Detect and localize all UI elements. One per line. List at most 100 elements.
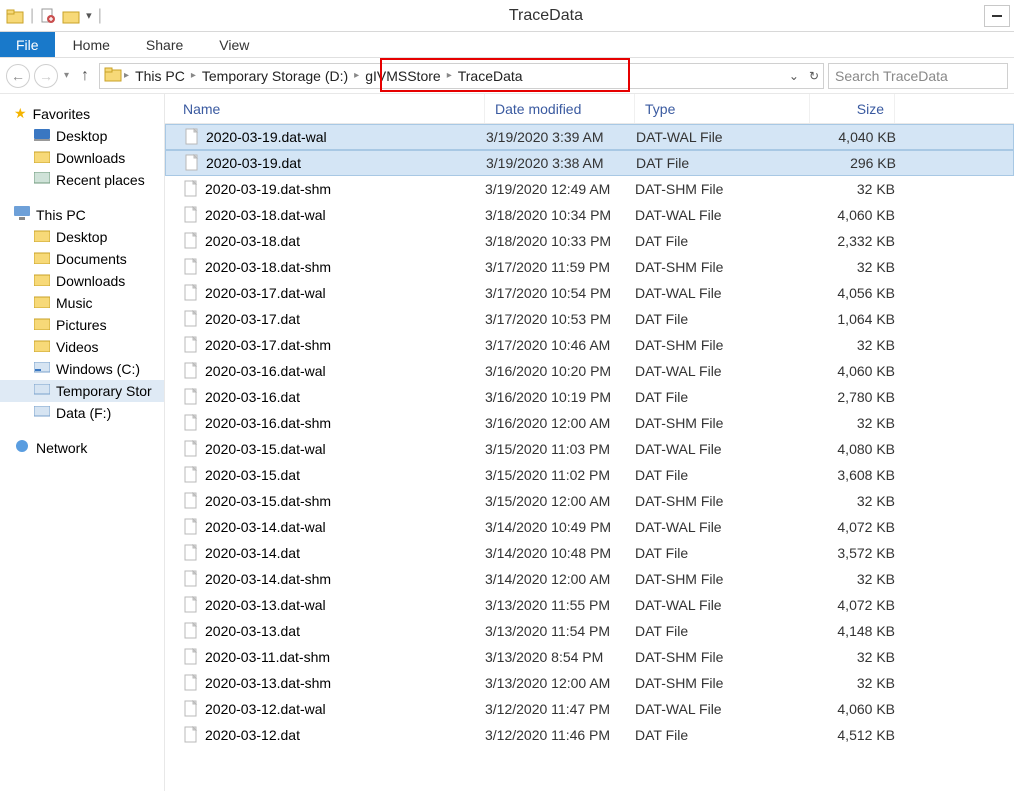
- table-row[interactable]: 2020-03-17.dat-wal3/17/2020 10:54 PMDAT-…: [165, 280, 1014, 306]
- table-row[interactable]: 2020-03-13.dat-shm3/13/2020 12:00 AMDAT-…: [165, 670, 1014, 696]
- column-name[interactable]: Name: [165, 94, 485, 123]
- sidebar-favorites[interactable]: ★ Favorites: [0, 102, 164, 125]
- sidebar-item-desktop[interactable]: Desktop: [0, 226, 164, 248]
- sidebar-item-documents[interactable]: Documents: [0, 248, 164, 270]
- folder-icon: [104, 66, 122, 85]
- file-date: 3/13/2020 12:00 AM: [485, 675, 635, 691]
- file-name: 2020-03-14.dat: [205, 545, 300, 561]
- column-type[interactable]: Type: [635, 94, 810, 123]
- back-button[interactable]: ←: [6, 64, 30, 88]
- sidebar-item-pictures[interactable]: Pictures: [0, 314, 164, 336]
- table-row[interactable]: 2020-03-12.dat3/12/2020 11:46 PMDAT File…: [165, 722, 1014, 748]
- breadcrumb-folder1[interactable]: gIVMSStore: [361, 66, 444, 86]
- sidebar-item-label: Videos: [56, 339, 99, 355]
- table-row[interactable]: 2020-03-11.dat-shm3/13/2020 8:54 PMDAT-S…: [165, 644, 1014, 670]
- table-row[interactable]: 2020-03-17.dat3/17/2020 10:53 PMDAT File…: [165, 306, 1014, 332]
- address-bar[interactable]: ▸ This PC ▸ Temporary Storage (D:) ▸ gIV…: [99, 63, 824, 89]
- file-icon: [184, 128, 200, 146]
- sidebar-item-desktop[interactable]: Desktop: [0, 125, 164, 147]
- file-name: 2020-03-19.dat-shm: [205, 181, 331, 197]
- search-placeholder: Search TraceData: [835, 68, 948, 84]
- table-row[interactable]: 2020-03-14.dat-shm3/14/2020 12:00 AMDAT-…: [165, 566, 1014, 592]
- table-row[interactable]: 2020-03-14.dat-wal3/14/2020 10:49 PMDAT-…: [165, 514, 1014, 540]
- minimize-button[interactable]: [984, 5, 1010, 27]
- table-row[interactable]: 2020-03-15.dat-shm3/15/2020 12:00 AMDAT-…: [165, 488, 1014, 514]
- table-row[interactable]: 2020-03-16.dat3/16/2020 10:19 PMDAT File…: [165, 384, 1014, 410]
- tab-view[interactable]: View: [201, 32, 267, 57]
- navigation-pane[interactable]: ★ Favorites Desktop Downloads Recent pla…: [0, 94, 165, 791]
- sidebar-item-recent[interactable]: Recent places: [0, 169, 164, 191]
- open-folder-icon[interactable]: [62, 8, 80, 24]
- sidebar-item-label: Documents: [56, 251, 127, 267]
- search-input[interactable]: Search TraceData: [828, 63, 1008, 89]
- sidebar-thispc[interactable]: This PC: [0, 203, 164, 226]
- table-row[interactable]: 2020-03-15.dat-wal3/15/2020 11:03 PMDAT-…: [165, 436, 1014, 462]
- file-type: DAT-SHM File: [635, 571, 810, 587]
- drive-icon: [34, 273, 50, 289]
- address-dropdown-icon[interactable]: ⌄: [789, 69, 799, 83]
- table-row[interactable]: 2020-03-19.dat3/19/2020 3:38 AMDAT File2…: [165, 150, 1014, 176]
- sidebar-item-music[interactable]: Music: [0, 292, 164, 314]
- file-name: 2020-03-13.dat-wal: [205, 597, 326, 613]
- tab-home[interactable]: Home: [55, 32, 128, 57]
- file-date: 3/16/2020 12:00 AM: [485, 415, 635, 431]
- table-row[interactable]: 2020-03-19.dat-shm3/19/2020 12:49 AMDAT-…: [165, 176, 1014, 202]
- table-row[interactable]: 2020-03-12.dat-wal3/12/2020 11:47 PMDAT-…: [165, 696, 1014, 722]
- table-row[interactable]: 2020-03-14.dat3/14/2020 10:48 PMDAT File…: [165, 540, 1014, 566]
- table-row[interactable]: 2020-03-19.dat-wal3/19/2020 3:39 AMDAT-W…: [165, 124, 1014, 150]
- column-size[interactable]: Size: [810, 94, 895, 123]
- sidebar-item-label: Temporary Stor: [56, 383, 152, 399]
- network-icon: [14, 439, 30, 456]
- refresh-icon[interactable]: ↻: [809, 69, 819, 83]
- file-size: 32 KB: [810, 181, 895, 197]
- drive-icon: [34, 339, 50, 355]
- sidebar-item-downloads[interactable]: Downloads: [0, 270, 164, 292]
- chevron-right-icon[interactable]: ▸: [124, 70, 129, 81]
- breadcrumb-drive[interactable]: Temporary Storage (D:): [198, 66, 352, 86]
- chevron-right-icon[interactable]: ▸: [447, 70, 452, 81]
- file-size: 4,072 KB: [810, 519, 895, 535]
- file-icon: [183, 362, 199, 380]
- sidebar-item-temporary-stor[interactable]: Temporary Stor: [0, 380, 164, 402]
- sidebar-item-label: Favorites: [33, 106, 91, 122]
- file-menu-button[interactable]: File: [0, 32, 55, 57]
- forward-button[interactable]: →: [34, 64, 58, 88]
- drive-icon: [34, 317, 50, 333]
- table-row[interactable]: 2020-03-17.dat-shm3/17/2020 10:46 AMDAT-…: [165, 332, 1014, 358]
- tab-share[interactable]: Share: [128, 32, 201, 57]
- table-row[interactable]: 2020-03-16.dat-wal3/16/2020 10:20 PMDAT-…: [165, 358, 1014, 384]
- chevron-right-icon[interactable]: ▸: [191, 70, 196, 81]
- up-button[interactable]: ↑: [75, 66, 95, 86]
- file-date: 3/13/2020 11:55 PM: [485, 597, 635, 613]
- sidebar-item-videos[interactable]: Videos: [0, 336, 164, 358]
- table-row[interactable]: 2020-03-18.dat3/18/2020 10:33 PMDAT File…: [165, 228, 1014, 254]
- sidebar-item-windows-c-[interactable]: Windows (C:): [0, 358, 164, 380]
- table-row[interactable]: 2020-03-15.dat3/15/2020 11:02 PMDAT File…: [165, 462, 1014, 488]
- table-row[interactable]: 2020-03-18.dat-wal3/18/2020 10:34 PMDAT-…: [165, 202, 1014, 228]
- file-date: 3/12/2020 11:46 PM: [485, 727, 635, 743]
- sidebar-item-downloads[interactable]: Downloads: [0, 147, 164, 169]
- column-headers[interactable]: Name Date modified Type Size: [165, 94, 1014, 124]
- chevron-right-icon[interactable]: ▸: [354, 70, 359, 81]
- breadcrumb-folder2[interactable]: TraceData: [454, 66, 527, 86]
- table-row[interactable]: 2020-03-13.dat3/13/2020 11:54 PMDAT File…: [165, 618, 1014, 644]
- window-title: TraceData: [108, 7, 984, 25]
- file-size: 2,332 KB: [810, 233, 895, 249]
- file-name: 2020-03-11.dat-shm: [205, 649, 330, 665]
- file-list[interactable]: 2020-03-19.dat-wal3/19/2020 3:39 AMDAT-W…: [165, 124, 1014, 791]
- column-date[interactable]: Date modified: [485, 94, 635, 123]
- file-name: 2020-03-18.dat-wal: [205, 207, 326, 223]
- folder-icon: [34, 150, 50, 166]
- breadcrumb-thispc[interactable]: This PC: [131, 66, 189, 86]
- new-file-icon[interactable]: [40, 8, 56, 24]
- file-size: 1,064 KB: [810, 311, 895, 327]
- table-row[interactable]: 2020-03-18.dat-shm3/17/2020 11:59 PMDAT-…: [165, 254, 1014, 280]
- file-icon: [183, 518, 199, 536]
- sidebar-network[interactable]: Network: [0, 436, 164, 459]
- file-date: 3/13/2020 11:54 PM: [485, 623, 635, 639]
- table-row[interactable]: 2020-03-13.dat-wal3/13/2020 11:55 PMDAT-…: [165, 592, 1014, 618]
- qat-dropdown-icon[interactable]: ▾: [86, 9, 92, 22]
- recent-locations-icon[interactable]: ▾: [62, 70, 71, 81]
- sidebar-item-data-f-[interactable]: Data (F:): [0, 402, 164, 424]
- table-row[interactable]: 2020-03-16.dat-shm3/16/2020 12:00 AMDAT-…: [165, 410, 1014, 436]
